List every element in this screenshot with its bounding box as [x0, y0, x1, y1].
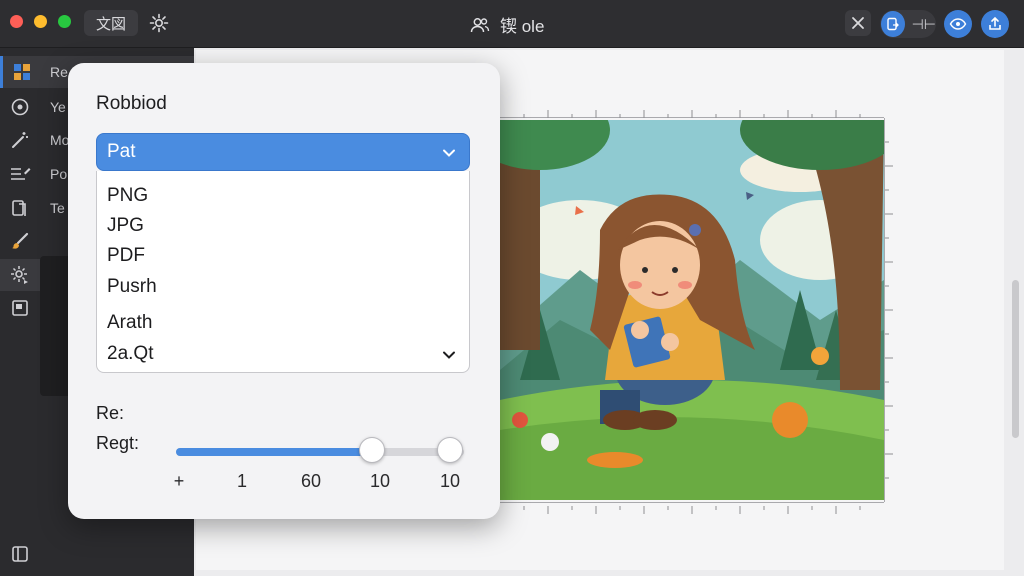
option-jpg[interactable]: JPG: [107, 215, 144, 237]
field-label-re: Re:: [96, 403, 125, 423]
gear-icon: [149, 13, 169, 33]
sidebar-item-label: Po: [50, 166, 68, 182]
vertical-scrollbar[interactable]: [1012, 280, 1019, 438]
slider-tick-label: 10: [369, 471, 391, 491]
sidebar-item-label: Re: [50, 64, 68, 80]
brush-icon: [12, 232, 29, 249]
chevron-down-icon[interactable]: [441, 347, 457, 363]
close-document-button[interactable]: [845, 10, 871, 36]
ruler-right: [884, 118, 894, 502]
slider-knob-primary[interactable]: [358, 437, 385, 463]
illustration: [500, 120, 884, 500]
ruler-ticks-top: [523, 110, 861, 118]
quality-slider-fill: [176, 448, 372, 456]
users-icon: [470, 17, 490, 32]
format-select[interactable]: Pat: [96, 133, 470, 171]
settings-button[interactable]: [146, 10, 172, 36]
quality-slider-track[interactable]: [176, 448, 464, 456]
slider-tick-label: +: [173, 471, 185, 491]
artwork-image[interactable]: [500, 120, 884, 500]
close-icon: [852, 17, 864, 29]
format-dropdown-list: PNG JPG PDF Pusrh Arath 2a.Qt: [96, 171, 470, 373]
share-icon: [989, 16, 1001, 30]
sidebar-item-label: Te: [50, 200, 65, 216]
close-window-button[interactable]: [10, 15, 23, 28]
settings-dial-icon: [11, 98, 29, 116]
pages-icon: [12, 200, 26, 216]
eye-icon: [949, 18, 967, 30]
minimize-window-button[interactable]: [34, 15, 47, 28]
list-pen-icon: [11, 168, 31, 180]
option-png[interactable]: PNG: [107, 185, 148, 207]
sidebar-item-label: Ye: [50, 99, 66, 115]
slider-tick-label: 10: [439, 471, 461, 491]
window-title: 锲 ole: [470, 12, 544, 37]
option-arath[interactable]: Arath: [107, 312, 152, 334]
option-pdf[interactable]: PDF: [107, 245, 145, 267]
slider-tick-label: 1: [236, 471, 247, 491]
slider-knob-secondary[interactable]: [436, 437, 463, 463]
ruler-ticks-right: [885, 141, 893, 479]
chevron-down-icon: [443, 149, 455, 157]
format-select-value: Pat: [107, 141, 136, 162]
share-button[interactable]: [981, 10, 1009, 38]
ruler-ticks-bottom: [523, 506, 861, 514]
gear-badge-icon: [11, 266, 28, 284]
option-2aqt[interactable]: 2a.Qt: [107, 343, 153, 365]
dialog-title: Robbiod: [96, 93, 167, 114]
grid-icon: [13, 64, 30, 80]
slider-tick-label: 60: [300, 471, 322, 491]
export-dialog: Robbiod Pat PNG JPG PDF Pusrh Arath 2a.Q…: [68, 63, 500, 519]
title-bar: 文図 锲 ole ⊣⊢: [0, 0, 1024, 48]
field-label-regt: Regt:: [96, 433, 140, 453]
split-icon[interactable]: ⊣⊢: [912, 16, 936, 33]
ruler-top: [500, 104, 884, 118]
layout-icon: [12, 546, 28, 562]
language-button[interactable]: 文図: [84, 10, 138, 36]
export-view-button[interactable]: [881, 11, 905, 37]
view-toggle[interactable]: ⊣⊢: [880, 10, 936, 38]
preview-button[interactable]: [944, 10, 972, 38]
sidebar-item-label: Mo: [50, 132, 70, 148]
zoom-window-button[interactable]: [58, 15, 71, 28]
wand-icon: [12, 132, 28, 148]
layout-button[interactable]: [10, 544, 30, 569]
language-label: 文図: [95, 14, 126, 33]
window-title-text: 锲 ole: [500, 17, 545, 36]
option-pusrh[interactable]: Pusrh: [107, 276, 157, 298]
image-frame-icon: [12, 300, 28, 316]
document-export-icon: [887, 17, 899, 31]
ruler-bottom: [500, 502, 884, 514]
